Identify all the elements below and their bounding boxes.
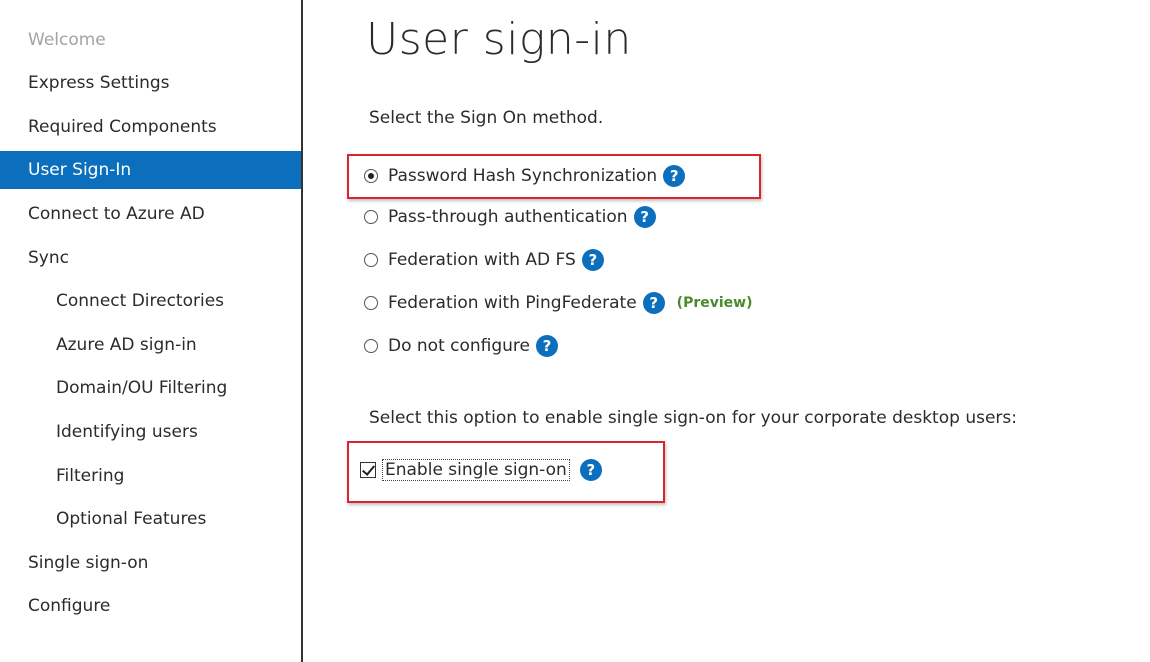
sidebar-item-sync[interactable]: Sync — [0, 239, 301, 277]
help-icon[interactable]: ? — [579, 459, 602, 481]
help-icon[interactable]: ? — [536, 335, 559, 357]
sidebar-item-user-sign-in[interactable]: User Sign-In — [0, 151, 301, 189]
enable-sso-checkbox-row[interactable]: Enable single sign-on ? — [360, 456, 602, 484]
sidebar-item-identifying-users[interactable]: Identifying users — [0, 413, 301, 451]
radio-button[interactable] — [364, 210, 378, 224]
help-icon[interactable]: ? — [581, 249, 604, 271]
radio-option-federation-adfs[interactable]: Federation with AD FS ? — [364, 246, 604, 274]
sidebar-item-connect-to-azure-ad[interactable]: Connect to Azure AD — [0, 195, 301, 233]
sidebar-item-azure-ad-sign-in[interactable]: Azure AD sign-in — [0, 326, 301, 364]
radio-option-federation-pingfederate[interactable]: Federation with PingFederate ? (Preview) — [364, 289, 752, 317]
sso-prompt: Select this option to enable single sign… — [369, 408, 1017, 428]
sidebar-item-required-components[interactable]: Required Components — [0, 108, 301, 146]
sidebar-item-express-settings[interactable]: Express Settings — [0, 64, 301, 102]
radio-button[interactable] — [364, 339, 378, 353]
sidebar-item-optional-features[interactable]: Optional Features — [0, 500, 301, 538]
radio-button[interactable] — [364, 296, 378, 310]
option-label: Federation with AD FS — [388, 250, 576, 270]
radio-option-do-not-configure[interactable]: Do not configure ? — [364, 332, 559, 360]
sidebar-item-welcome[interactable]: Welcome — [0, 21, 301, 59]
help-icon[interactable]: ? — [663, 165, 686, 187]
option-label: Do not configure — [388, 336, 531, 356]
radio-button[interactable] — [364, 253, 378, 267]
radio-option-pass-through[interactable]: Pass-through authentication ? — [364, 203, 656, 231]
sidebar-item-domain-ou-filtering[interactable]: Domain/OU Filtering — [0, 369, 301, 407]
sign-on-method-prompt: Select the Sign On method. — [369, 108, 604, 128]
help-icon[interactable]: ? — [633, 206, 656, 228]
preview-badge: (Preview) — [676, 295, 753, 311]
radio-button-selected[interactable] — [364, 169, 378, 183]
sidebar-item-connect-directories[interactable]: Connect Directories — [0, 282, 301, 320]
main-panel: User sign-in Select the Sign On method. … — [302, 0, 1150, 662]
sidebar-item-single-sign-on[interactable]: Single sign-on — [0, 544, 301, 582]
page-title: User sign-in — [366, 14, 632, 65]
radio-option-password-hash[interactable]: Password Hash Synchronization ? — [364, 162, 686, 190]
sidebar-item-filtering[interactable]: Filtering — [0, 457, 301, 495]
enable-sso-checkbox[interactable] — [360, 462, 376, 478]
option-label: Federation with PingFederate — [388, 293, 637, 313]
sidebar-item-configure[interactable]: Configure — [0, 587, 301, 625]
enable-sso-label[interactable]: Enable single sign-on — [382, 459, 570, 481]
wizard-sidebar: Welcome Express Settings Required Compon… — [0, 0, 303, 662]
help-icon[interactable]: ? — [642, 292, 665, 314]
option-label: Password Hash Synchronization — [388, 166, 658, 186]
option-label: Pass-through authentication — [388, 207, 628, 227]
